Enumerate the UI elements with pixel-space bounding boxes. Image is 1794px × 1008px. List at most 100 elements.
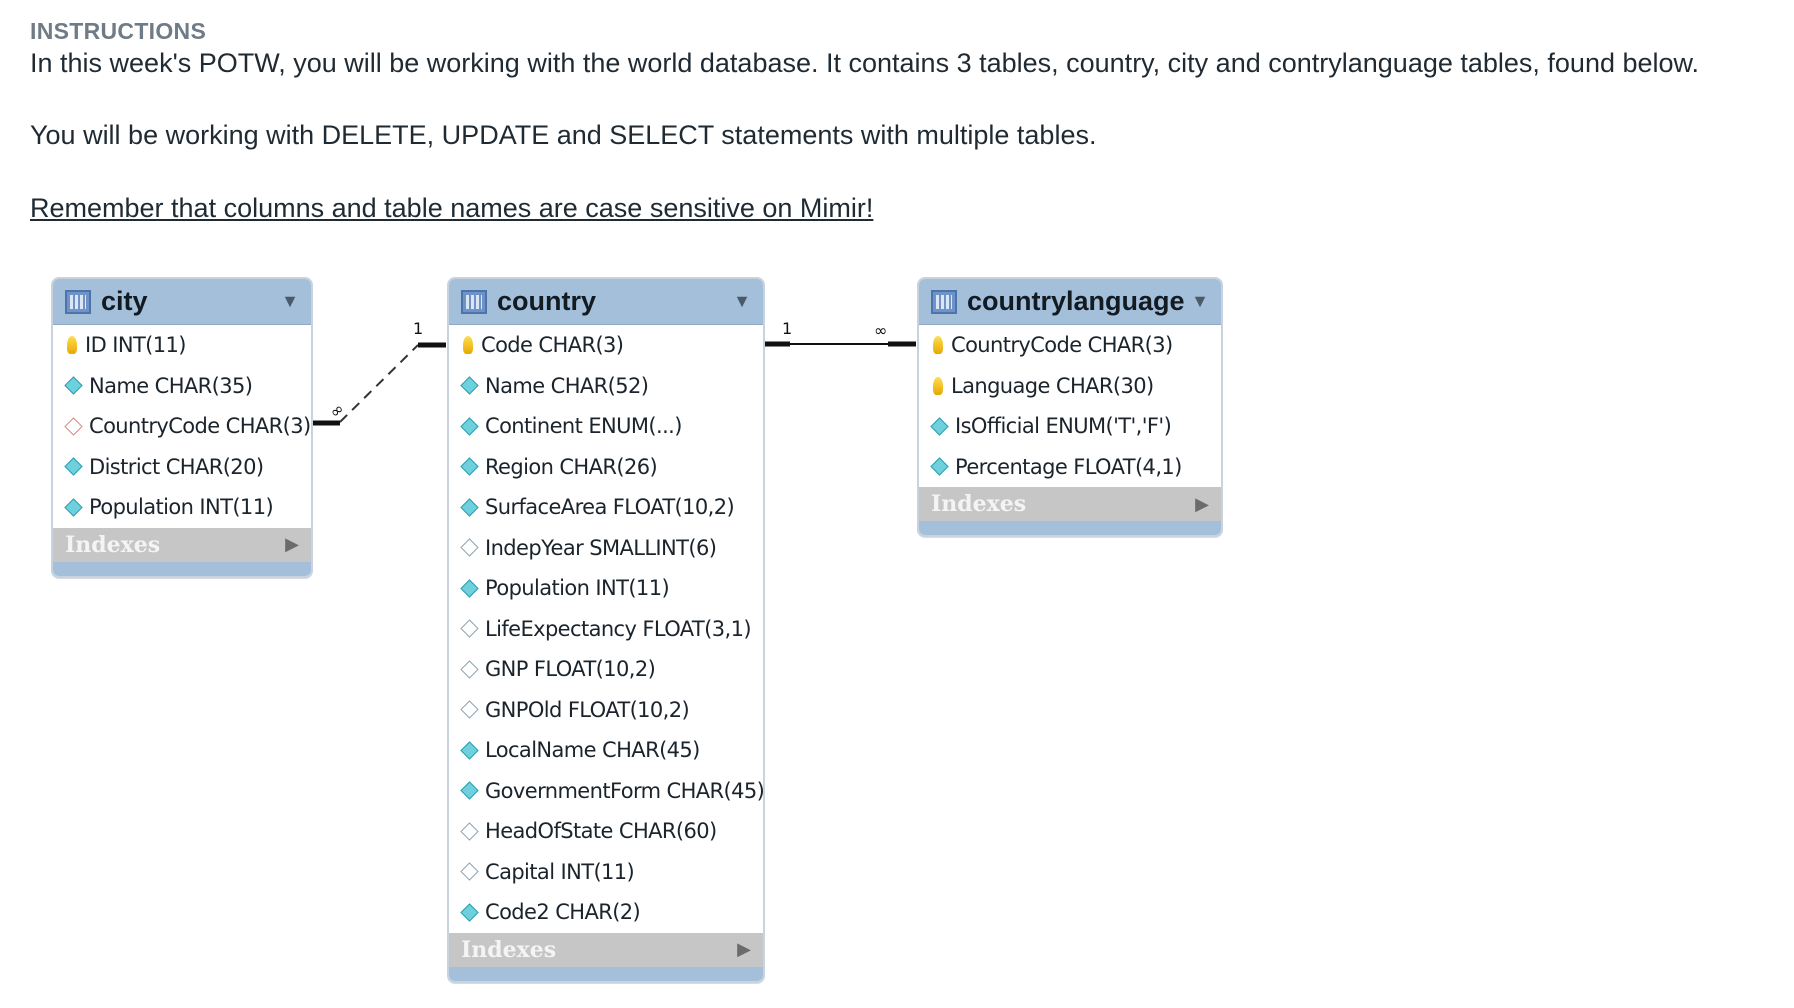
column-label: LifeExpectancy FLOAT(3,1) [485, 616, 752, 641]
column-row[interactable]: Population INT(11) [53, 487, 311, 528]
primary-key-icon [933, 376, 943, 395]
countrylanguage-indexes-section[interactable]: Indexes ▶ [919, 487, 1221, 521]
column-icon [460, 741, 479, 760]
column-label: CountryCode CHAR(3) [951, 333, 1173, 358]
column-row[interactable]: CountryCode CHAR(3) [919, 325, 1221, 366]
column-label: District CHAR(20) [89, 454, 264, 479]
expand-triangle-icon[interactable]: ▶ [1195, 494, 1209, 515]
column-icon [460, 498, 479, 517]
column-icon [64, 498, 83, 517]
city-country-relationship-line [339, 344, 419, 423]
primary-key-icon [67, 336, 77, 355]
column-label: Name CHAR(35) [89, 373, 253, 398]
collapse-triangle-icon[interactable]: ▼ [281, 291, 299, 312]
column-row[interactable]: GNPOld FLOAT(10,2) [449, 690, 763, 731]
countrylanguage-table-name: countrylanguage [967, 286, 1185, 316]
column-row[interactable]: Continent ENUM(...) [449, 406, 763, 447]
table-footer [919, 521, 1221, 535]
country-table[interactable]: country ▼ Code CHAR(3) Name CHAR(52) Con… [447, 277, 765, 983]
column-row[interactable]: Region CHAR(26) [449, 447, 763, 488]
column-row[interactable]: LifeExpectancy FLOAT(3,1) [449, 609, 763, 650]
column-icon [460, 417, 479, 436]
indexes-label: Indexes [65, 531, 161, 558]
nullable-column-icon [460, 538, 479, 557]
column-label: Percentage FLOAT(4,1) [955, 454, 1182, 479]
city-table-header[interactable]: city ▼ [53, 279, 311, 325]
country-table-name: country [497, 286, 597, 316]
table-icon [461, 289, 487, 314]
column-label: Population INT(11) [89, 495, 274, 520]
nullable-column-icon [460, 660, 479, 679]
collapse-triangle-icon[interactable]: ▼ [733, 291, 751, 312]
indexes-label: Indexes [931, 491, 1027, 517]
column-icon [64, 376, 83, 395]
column-row[interactable]: IsOfficial ENUM('T','F') [919, 406, 1221, 447]
country-table-header[interactable]: country ▼ [449, 279, 763, 325]
column-label: IndepYear SMALLINT(6) [485, 535, 717, 560]
primary-key-icon [463, 336, 473, 355]
table-icon [931, 289, 957, 314]
column-icon [460, 903, 479, 922]
city-table[interactable]: city ▼ ID INT(11) Name CHAR(35) CountryC… [51, 277, 313, 578]
column-label: Language CHAR(30) [951, 373, 1154, 398]
collapse-triangle-icon[interactable]: ▼ [1191, 291, 1209, 312]
nullable-column-icon [460, 862, 479, 881]
column-row[interactable]: Language CHAR(30) [919, 366, 1221, 407]
column-label: LocalName CHAR(45) [485, 738, 700, 763]
nullable-column-icon [460, 700, 479, 719]
column-icon [460, 579, 479, 598]
countrylanguage-many-cardinality: ∞ [874, 321, 887, 340]
column-icon [460, 457, 479, 476]
column-row[interactable]: Population INT(11) [449, 568, 763, 609]
column-label: Code2 CHAR(2) [485, 900, 641, 925]
primary-key-icon [933, 336, 943, 355]
city-indexes-section[interactable]: Indexes ▶ [53, 527, 311, 562]
column-label: SurfaceArea FLOAT(10,2) [485, 495, 735, 520]
column-row[interactable]: ID INT(11) [53, 325, 311, 366]
indexes-label: Indexes [461, 936, 557, 963]
column-label: Code CHAR(3) [481, 333, 624, 358]
expand-triangle-icon[interactable]: ▶ [285, 534, 299, 555]
countrylanguage-table[interactable]: countrylanguage ▼ CountryCode CHAR(3) La… [917, 277, 1223, 537]
column-row[interactable]: Code CHAR(3) [449, 325, 763, 366]
column-icon [930, 417, 949, 436]
column-row[interactable]: LocalName CHAR(45) [449, 730, 763, 771]
countrylanguage-table-header[interactable]: countrylanguage ▼ [919, 279, 1221, 325]
column-row[interactable]: Name CHAR(52) [449, 366, 763, 407]
column-label: Name CHAR(52) [485, 373, 649, 398]
column-row[interactable]: Code2 CHAR(2) [449, 892, 763, 933]
column-label: GNP FLOAT(10,2) [485, 657, 656, 682]
column-row[interactable]: Name CHAR(35) [53, 366, 311, 407]
country-one-cardinality-left: 1 [413, 319, 423, 338]
table-footer [53, 561, 311, 576]
column-label: ID INT(11) [85, 333, 186, 358]
country-one-cardinality-right: 1 [782, 319, 792, 338]
column-label: Continent ENUM(...) [485, 414, 682, 439]
city-table-name: city [101, 286, 148, 316]
column-label: Capital INT(11) [485, 859, 635, 884]
table-footer [449, 966, 763, 981]
column-label: GovernmentForm CHAR(45) [485, 778, 765, 803]
column-label: IsOfficial ENUM('T','F') [955, 414, 1172, 439]
nullable-column-icon [460, 619, 479, 638]
table-icon [65, 289, 91, 314]
column-label: Population INT(11) [485, 576, 670, 601]
column-row[interactable]: IndepYear SMALLINT(6) [449, 528, 763, 569]
country-indexes-section[interactable]: Indexes ▶ [449, 932, 763, 967]
column-row[interactable]: CountryCode CHAR(3) [53, 406, 311, 447]
column-row[interactable]: HeadOfState CHAR(60) [449, 811, 763, 852]
column-label: Region CHAR(26) [485, 454, 658, 479]
column-row[interactable]: SurfaceArea FLOAT(10,2) [449, 487, 763, 528]
nullable-column-icon [460, 822, 479, 841]
column-row[interactable]: GovernmentForm CHAR(45) [449, 771, 763, 812]
column-row[interactable]: Percentage FLOAT(4,1) [919, 447, 1221, 488]
column-row[interactable]: District CHAR(20) [53, 447, 311, 488]
column-label: CountryCode CHAR(3) [89, 414, 311, 439]
expand-triangle-icon[interactable]: ▶ [737, 939, 751, 960]
column-icon [460, 781, 479, 800]
foreign-key-icon [64, 417, 83, 436]
column-icon [460, 376, 479, 395]
column-label: GNPOld FLOAT(10,2) [485, 697, 690, 722]
column-row[interactable]: GNP FLOAT(10,2) [449, 649, 763, 690]
column-row[interactable]: Capital INT(11) [449, 852, 763, 893]
